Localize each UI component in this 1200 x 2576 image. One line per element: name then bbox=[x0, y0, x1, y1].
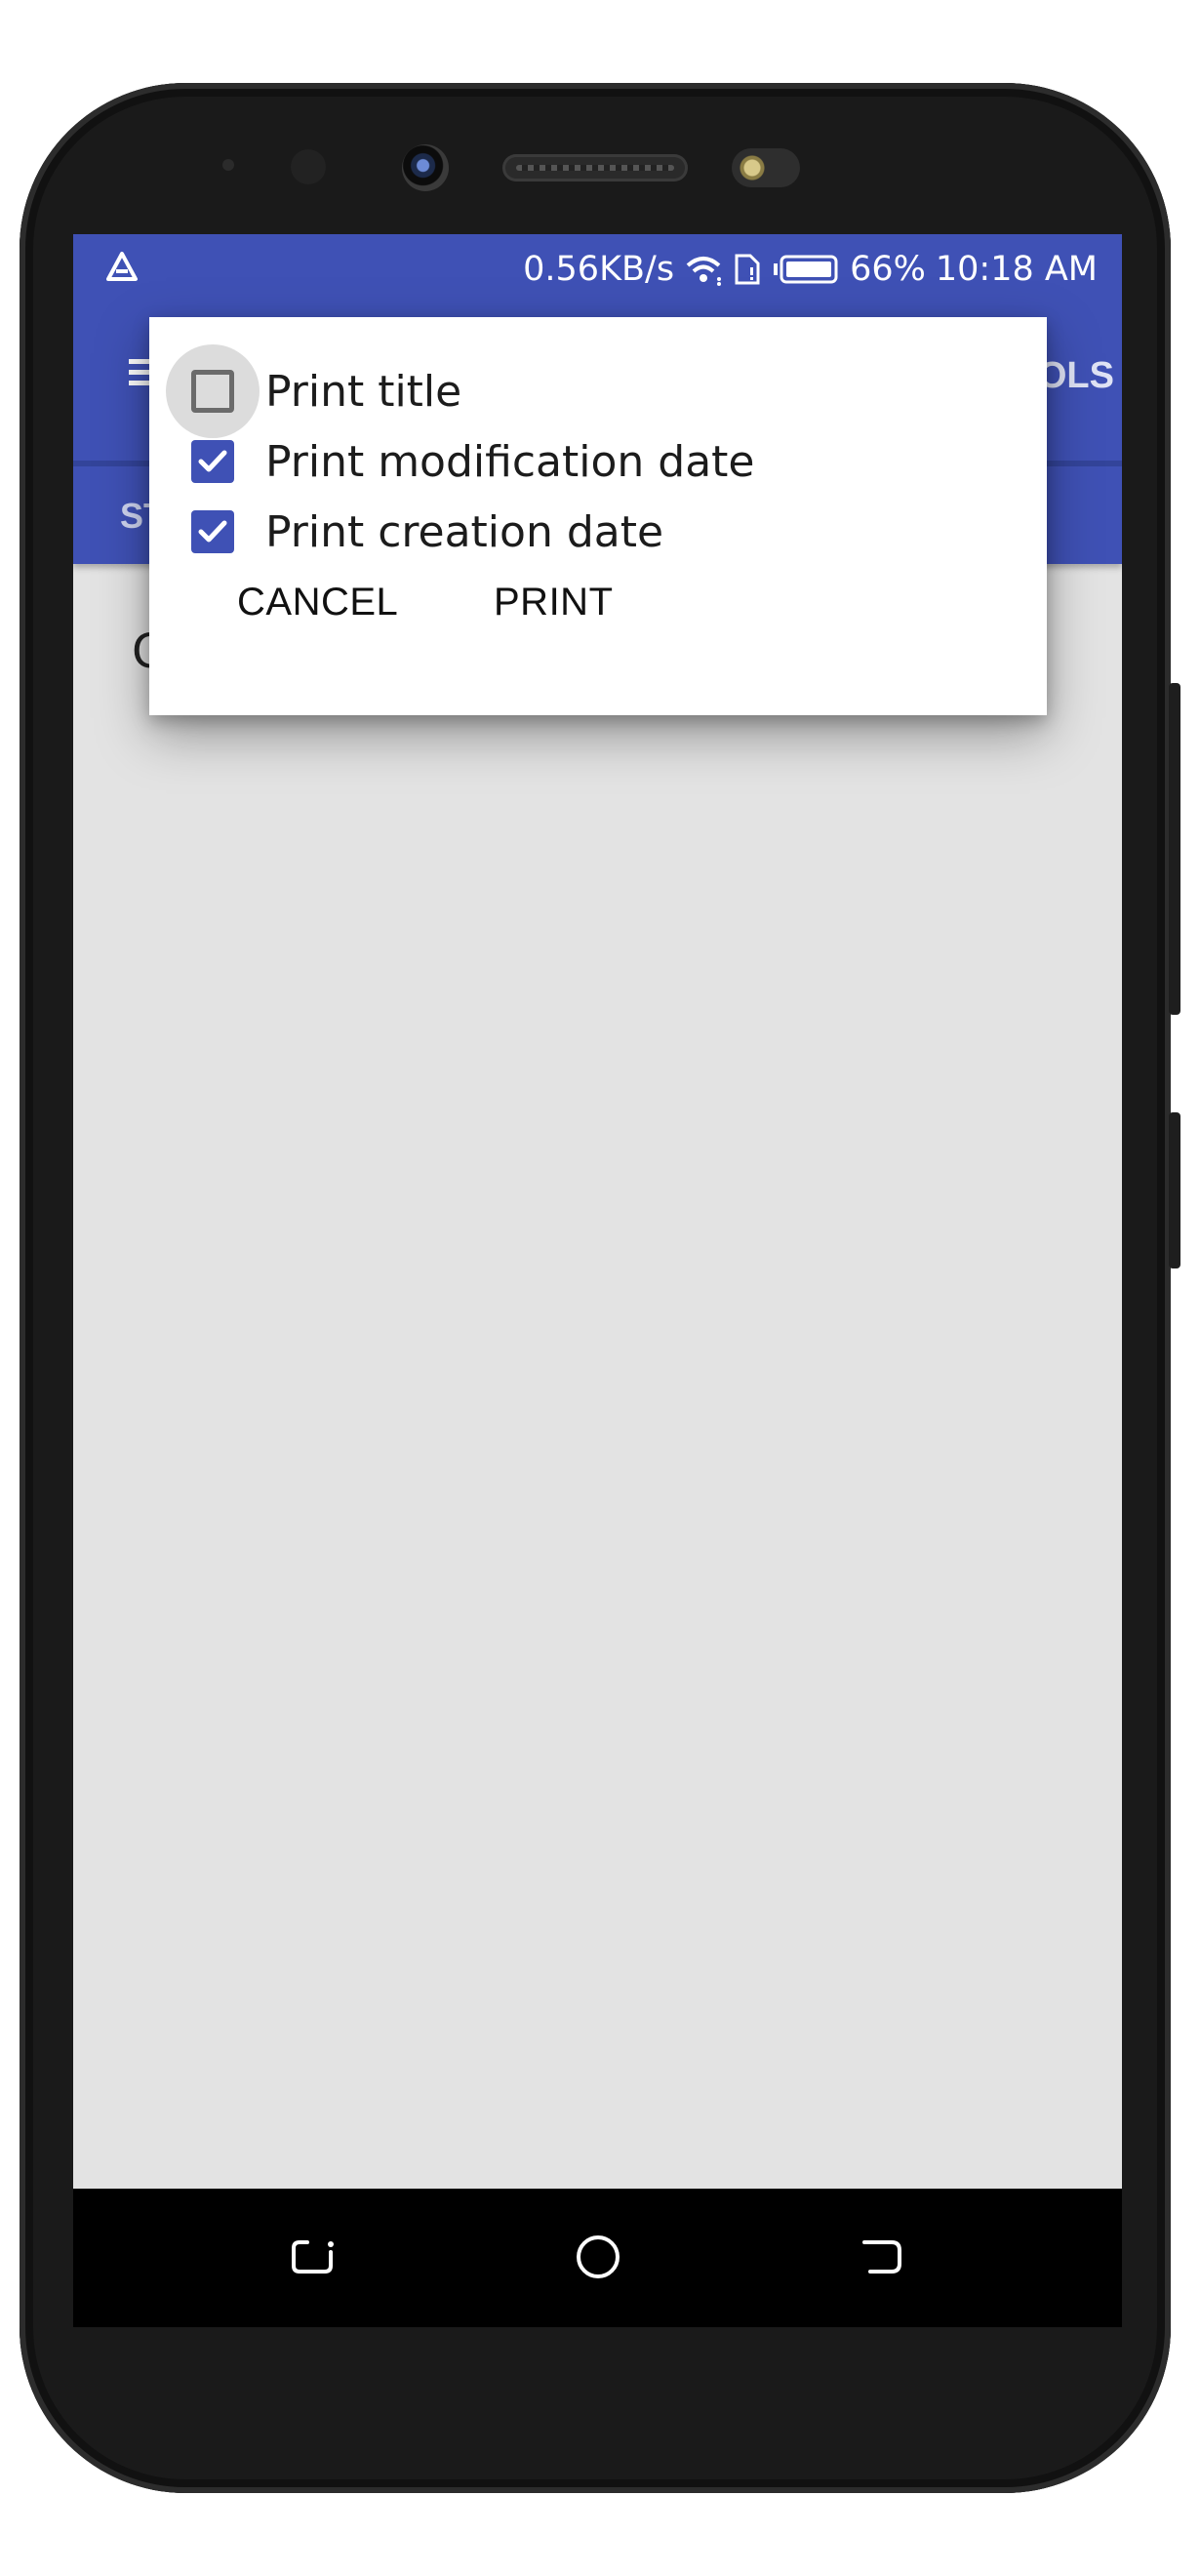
print-options-dialog: Print title Print modification date Prin… bbox=[149, 317, 1047, 715]
light-sensor bbox=[291, 149, 326, 184]
volume-button bbox=[1169, 1112, 1180, 1268]
network-speed: 0.56KB/s bbox=[523, 250, 675, 289]
cancel-button[interactable]: CANCEL bbox=[237, 581, 398, 624]
front-camera-icon bbox=[402, 144, 449, 191]
home-icon[interactable] bbox=[564, 2223, 632, 2291]
print-creation-date-checkbox-wrap[interactable] bbox=[166, 497, 260, 567]
print-modification-date-option[interactable]: Print modification date bbox=[149, 426, 755, 497]
print-modification-date-checkbox-wrap[interactable] bbox=[166, 426, 260, 497]
navigation-bar bbox=[73, 2189, 1122, 2327]
power-button bbox=[1169, 683, 1180, 1015]
print-modification-date-label: Print modification date bbox=[265, 436, 755, 487]
print-modification-date-checkbox[interactable] bbox=[191, 440, 234, 483]
print-creation-date-checkbox[interactable] bbox=[191, 510, 234, 553]
checkmark-icon bbox=[198, 450, 227, 472]
wifi-icon bbox=[686, 257, 722, 286]
print-title-label: Print title bbox=[265, 366, 462, 417]
earpiece-speaker bbox=[502, 154, 688, 181]
front-flash-icon bbox=[732, 148, 800, 187]
recents-icon[interactable] bbox=[849, 2223, 917, 2291]
proximity-sensor bbox=[222, 159, 234, 171]
clock: 10:18 AM bbox=[935, 250, 1098, 289]
print-title-checkbox-wrap[interactable] bbox=[166, 344, 260, 438]
sim-icon bbox=[735, 254, 760, 285]
back-icon[interactable] bbox=[278, 2223, 346, 2291]
print-creation-date-option[interactable]: Print creation date bbox=[149, 497, 663, 567]
tools-menu-button[interactable]: OLS bbox=[1038, 355, 1114, 397]
print-creation-date-label: Print creation date bbox=[265, 506, 664, 557]
print-title-checkbox[interactable] bbox=[191, 370, 234, 413]
status-indicators: 0.56KB/s 66% 10:18 AM bbox=[523, 234, 1098, 304]
print-button[interactable]: PRINT bbox=[494, 581, 614, 624]
app-notification-icon bbox=[106, 252, 138, 281]
battery-percent: 66% bbox=[850, 250, 926, 289]
checkmark-icon bbox=[198, 520, 227, 543]
battery-icon bbox=[774, 255, 838, 284]
status-bar: 0.56KB/s 66% 10:18 AM bbox=[73, 234, 1122, 304]
print-title-option[interactable]: Print title bbox=[149, 344, 462, 438]
